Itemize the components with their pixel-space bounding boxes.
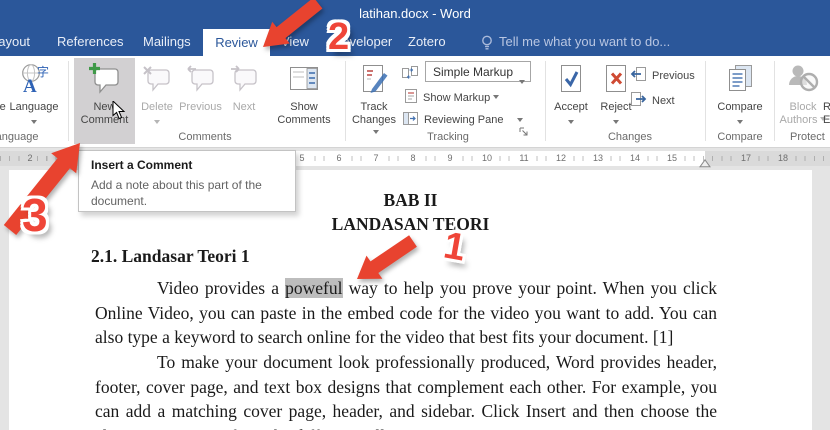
tab-mailings[interactable]: Mailings <box>143 28 191 56</box>
accept-icon <box>549 62 593 96</box>
previous-change-button[interactable]: Previous <box>630 65 695 86</box>
show-comments-label: Show Comments <box>277 101 331 126</box>
next-comment-icon <box>226 62 262 96</box>
tooltip-body: Add a note about this part of the docume… <box>91 178 262 208</box>
tell-me-box[interactable]: Tell me what you want to do... <box>499 28 670 56</box>
tab-review[interactable]: Review <box>203 29 270 56</box>
track-changes-button[interactable]: Track Changes <box>350 58 398 144</box>
language-group-label: Language <box>0 131 39 143</box>
language-caret-icon <box>31 120 37 124</box>
tracking-group-label: Tracking <box>427 131 469 143</box>
ruler-number: 8 <box>407 153 419 163</box>
window-title: latihan.docx - Word <box>359 6 471 21</box>
title-bar: latihan.docx - Word <box>0 0 830 28</box>
ruler-number: 2 <box>24 153 36 163</box>
ruler-number: 9 <box>444 153 456 163</box>
new-comment-label: New Comment <box>80 101 129 126</box>
ribbon: Translate A 字 Language Language <box>0 56 830 148</box>
ruler-number: 5 <box>296 153 308 163</box>
group-separator <box>345 61 346 141</box>
ruler-number: 18 <box>777 153 789 163</box>
ruler-number: 11 <box>518 153 530 163</box>
ruler-number: 17 <box>740 153 752 163</box>
ruler-number: 12 <box>555 153 567 163</box>
word-window: latihan.docx - Word Layout References Ma… <box>0 0 830 430</box>
group-separator <box>545 61 546 141</box>
insert-comment-tooltip: Insert a Comment Add a note about this p… <box>78 150 296 212</box>
previous-comment-icon <box>178 62 223 96</box>
tooltip-title: Insert a Comment <box>91 158 193 172</box>
next-change-label: Next <box>652 94 675 107</box>
comments-group-label: Comments <box>178 131 232 143</box>
svg-text:A: A <box>23 76 37 95</box>
protect-group-label: Protect <box>790 131 825 143</box>
accept-caret-icon <box>568 120 574 124</box>
block-authors-icon <box>777 62 829 96</box>
language-globe-icon: A 字 <box>8 62 60 96</box>
next-change-button[interactable]: Next <box>630 90 675 111</box>
accept-label: Accept <box>554 101 588 113</box>
group-separator <box>705 61 706 141</box>
compare-label: Compare <box>717 101 763 113</box>
display-for-review-icon <box>401 62 419 83</box>
compare-group-label: Compare <box>717 131 763 143</box>
group-separator <box>68 61 69 141</box>
svg-text:字: 字 <box>37 64 49 79</box>
show-comments-icon <box>268 62 340 96</box>
ruler-number: 7 <box>370 153 382 163</box>
show-markup-label: Show Markup <box>423 92 499 104</box>
group-separator <box>774 61 775 141</box>
ruler-number: 14 <box>629 153 641 163</box>
tab-developer[interactable]: Developer <box>333 28 392 56</box>
tab-layout[interactable]: Layout <box>0 28 30 56</box>
track-changes-icon <box>350 62 398 96</box>
reject-caret-icon <box>613 120 619 124</box>
doc-chapter-subtitle: LANDASAN TEORI <box>331 214 490 234</box>
ruler-number: 13 <box>592 153 604 163</box>
combobox-caret-icon <box>519 80 525 84</box>
delete-comment-icon <box>138 62 176 96</box>
delete-caret-icon <box>154 120 160 124</box>
ruler-number: 6 <box>333 153 345 163</box>
lightbulb-icon <box>481 35 493 56</box>
show-comments-button[interactable]: Show Comments <box>268 58 340 144</box>
doc-paragraph-1: Video provides a poweful way to help you… <box>95 276 717 350</box>
tracking-dialog-launcher[interactable] <box>519 124 529 142</box>
compare-caret-icon <box>737 120 743 124</box>
doc-paragraph-2: To make your document look professionall… <box>95 352 717 430</box>
tab-zotero[interactable]: Zotero <box>408 28 446 56</box>
restrict-editing-label: Restrict Editing <box>823 101 830 126</box>
delete-comment-label: Delete <box>141 101 173 113</box>
show-markup-button[interactable]: Show Markup <box>404 87 499 108</box>
compare-icon <box>711 62 769 96</box>
accept-button[interactable]: Accept <box>549 58 593 144</box>
ruler-number: 15 <box>666 153 678 163</box>
next-change-icon <box>630 91 647 110</box>
tab-references[interactable]: References <box>57 28 123 56</box>
reviewing-pane-label: Reviewing Pane <box>424 113 504 126</box>
new-comment-icon <box>74 62 135 96</box>
block-authors-label: Block Authors <box>777 101 829 127</box>
changes-group-label: Changes <box>607 131 653 143</box>
display-for-review-value: Simple Markup <box>433 65 514 79</box>
new-comment-button[interactable]: New Comment <box>74 58 135 144</box>
selected-word[interactable]: poweful <box>285 278 343 298</box>
next-comment-label: Next <box>232 101 256 113</box>
show-markup-icon <box>404 88 418 107</box>
doc-section-heading: 2.1. Landasar Teori 1 <box>91 246 250 266</box>
reviewing-pane-icon <box>402 111 419 129</box>
track-changes-label: Track Changes <box>350 101 398 140</box>
ribbon-tab-bar: Layout References Mailings Review View D… <box>0 28 830 56</box>
language-label: Language <box>9 101 59 113</box>
tab-view[interactable]: View <box>281 28 309 56</box>
display-for-review-combobox[interactable]: Simple Markup <box>425 61 531 84</box>
ruler-number: 10 <box>481 153 493 163</box>
reviewing-pane-button[interactable]: Reviewing Pane <box>402 109 523 130</box>
previous-comment-label: Previous <box>179 101 222 113</box>
previous-change-label: Previous <box>652 69 695 82</box>
paragraph-text: Video provides a <box>157 278 286 298</box>
previous-change-icon <box>630 66 647 85</box>
reviewing-pane-caret-icon <box>516 117 523 122</box>
